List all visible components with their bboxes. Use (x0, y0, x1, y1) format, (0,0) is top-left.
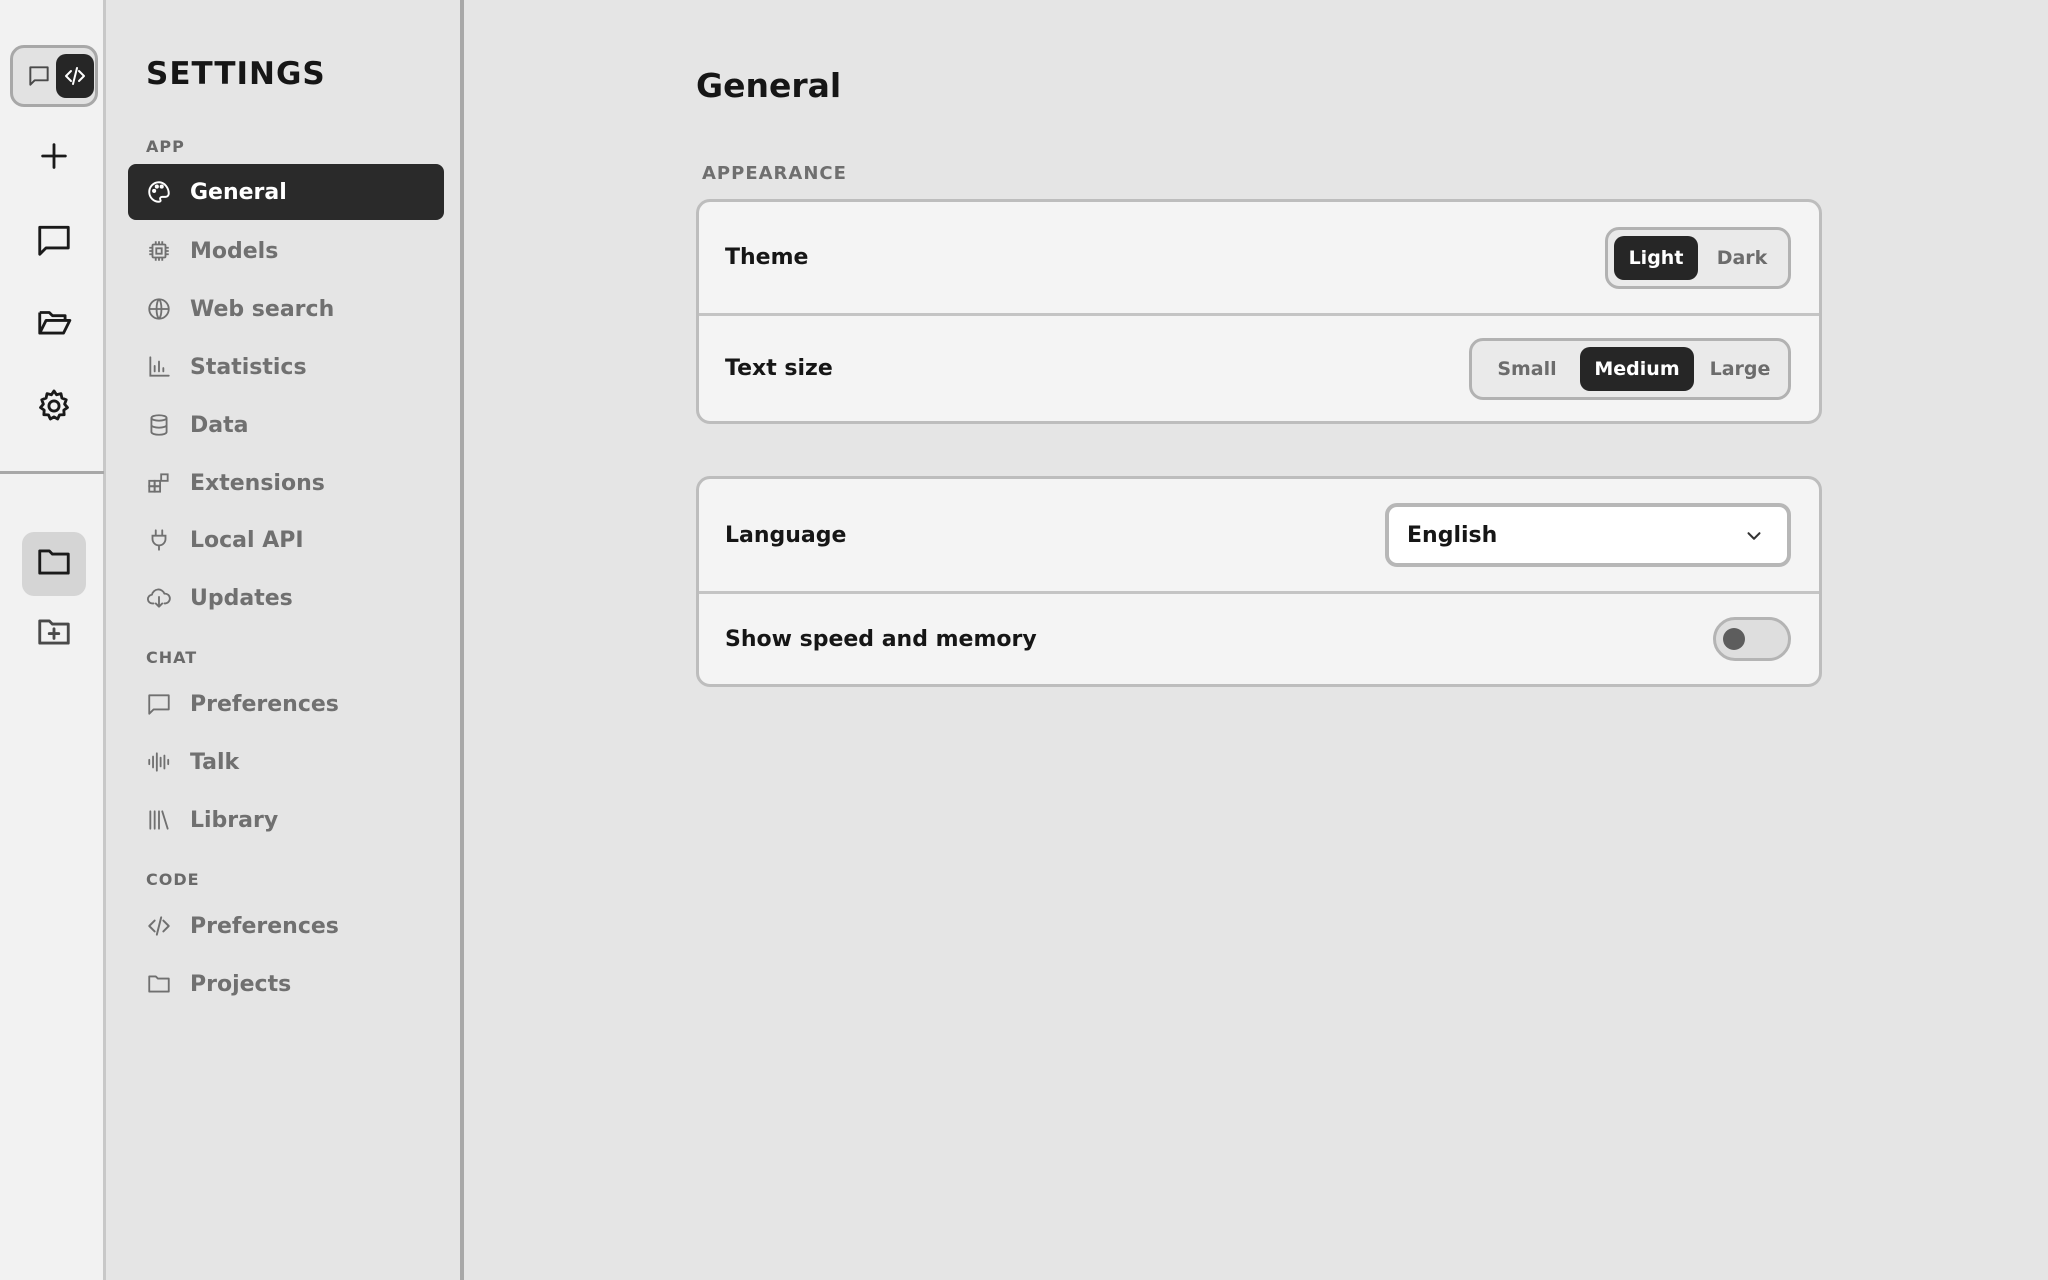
icon-rail (0, 0, 106, 1280)
nav-item-label: Projects (190, 971, 292, 997)
language-row: Language English (699, 479, 1819, 591)
folder-icon (146, 971, 172, 997)
nav-section-code: CODE (146, 870, 200, 889)
rail-divider (0, 471, 104, 474)
chat-bubble-icon (146, 691, 172, 717)
nav-item-library[interactable]: Library (128, 792, 444, 848)
nav-item-label: Models (190, 238, 279, 264)
theme-option-dark[interactable]: Dark (1702, 236, 1782, 280)
folder-plus-icon (35, 613, 73, 655)
text-size-segmented-control[interactable]: Small Medium Large (1469, 337, 1791, 400)
nav-item-updates[interactable]: Updates (128, 570, 444, 626)
library-icon (146, 807, 172, 833)
nav-item-general[interactable]: General (128, 164, 444, 220)
nav-title: SETTINGS (146, 56, 326, 92)
nav-item-models[interactable]: Models (128, 223, 444, 279)
language-label: Language (725, 522, 847, 548)
chat-bubble-icon (35, 221, 73, 263)
theme-label: Theme (725, 245, 809, 270)
nav-item-label: Updates (190, 585, 293, 611)
open-folder-button[interactable] (22, 292, 86, 356)
appearance-label: APPEARANCE (702, 163, 847, 184)
text-size-option-large[interactable]: Large (1698, 347, 1782, 391)
new-chat-button[interactable] (22, 126, 86, 190)
text-size-option-small[interactable]: Small (1478, 347, 1576, 391)
nav-item-statistics[interactable]: Statistics (128, 339, 444, 395)
theme-row: Theme Light Dark (699, 202, 1819, 313)
theme-segmented-control[interactable]: Light Dark (1605, 226, 1791, 289)
nav-item-data[interactable]: Data (128, 397, 444, 453)
new-project-button[interactable] (22, 602, 86, 666)
text-size-label: Text size (725, 356, 833, 381)
chats-button[interactable] (22, 210, 86, 274)
nav-item-label: Data (190, 412, 249, 438)
chip-icon (146, 238, 172, 264)
gear-icon (35, 387, 73, 429)
nav-item-label: Preferences (190, 913, 339, 939)
nav-item-label: Extensions (190, 470, 325, 496)
nav-item-label: Web search (190, 296, 335, 322)
nav-item-label: Library (190, 807, 279, 833)
mode-switch[interactable] (10, 45, 98, 107)
nav-item-label: Local API (190, 527, 304, 553)
chevron-down-icon (1743, 525, 1765, 553)
nav-item-label: Talk (190, 749, 240, 775)
nav-section-app: APP (146, 137, 185, 156)
theme-option-light[interactable]: Light (1614, 235, 1698, 280)
nav-item-extensions[interactable]: Extensions (128, 455, 444, 511)
cloud-download-icon (146, 585, 172, 611)
bar-chart-icon (146, 354, 172, 380)
palette-icon (146, 179, 172, 205)
settings-nav: SETTINGS APP General Models Web search S… (108, 0, 464, 1280)
toggle-knob (1723, 628, 1745, 650)
code-icon (146, 913, 172, 939)
globe-icon (146, 296, 172, 322)
extensions-icon (146, 470, 172, 496)
nav-item-code-preferences[interactable]: Preferences (128, 898, 444, 954)
page-title: General (696, 66, 842, 105)
text-size-row: Text size Small Medium Large (699, 313, 1819, 421)
chat-mode-icon[interactable] (20, 54, 58, 98)
folder-open-icon (35, 303, 73, 345)
waveform-icon (146, 749, 172, 775)
preferences-card: Language English Show speed and memory (696, 476, 1822, 687)
appearance-card: Theme Light Dark Text size Small Medium … (696, 199, 1822, 424)
nav-item-chat-preferences[interactable]: Preferences (128, 676, 444, 732)
nav-item-web-search[interactable]: Web search (128, 281, 444, 337)
nav-item-talk[interactable]: Talk (128, 734, 444, 790)
language-select-value: English (1407, 522, 1498, 548)
projects-button[interactable] (22, 532, 86, 596)
database-icon (146, 412, 172, 438)
nav-section-chat: CHAT (146, 648, 198, 667)
settings-button[interactable] (22, 376, 86, 440)
language-select[interactable]: English (1385, 503, 1791, 567)
folder-icon (35, 543, 73, 585)
nav-item-label: General (190, 179, 287, 205)
nav-item-local-api[interactable]: Local API (128, 512, 444, 568)
nav-item-label: Preferences (190, 691, 339, 717)
speed-memory-label: Show speed and memory (725, 626, 1037, 652)
text-size-option-medium[interactable]: Medium (1580, 346, 1694, 391)
nav-item-label: Statistics (190, 354, 307, 380)
speed-memory-toggle[interactable] (1713, 617, 1791, 661)
plug-icon (146, 527, 172, 553)
plus-icon (37, 139, 71, 177)
code-mode-icon[interactable] (56, 54, 94, 98)
speed-memory-row: Show speed and memory (699, 591, 1819, 684)
nav-item-projects[interactable]: Projects (128, 956, 444, 1012)
